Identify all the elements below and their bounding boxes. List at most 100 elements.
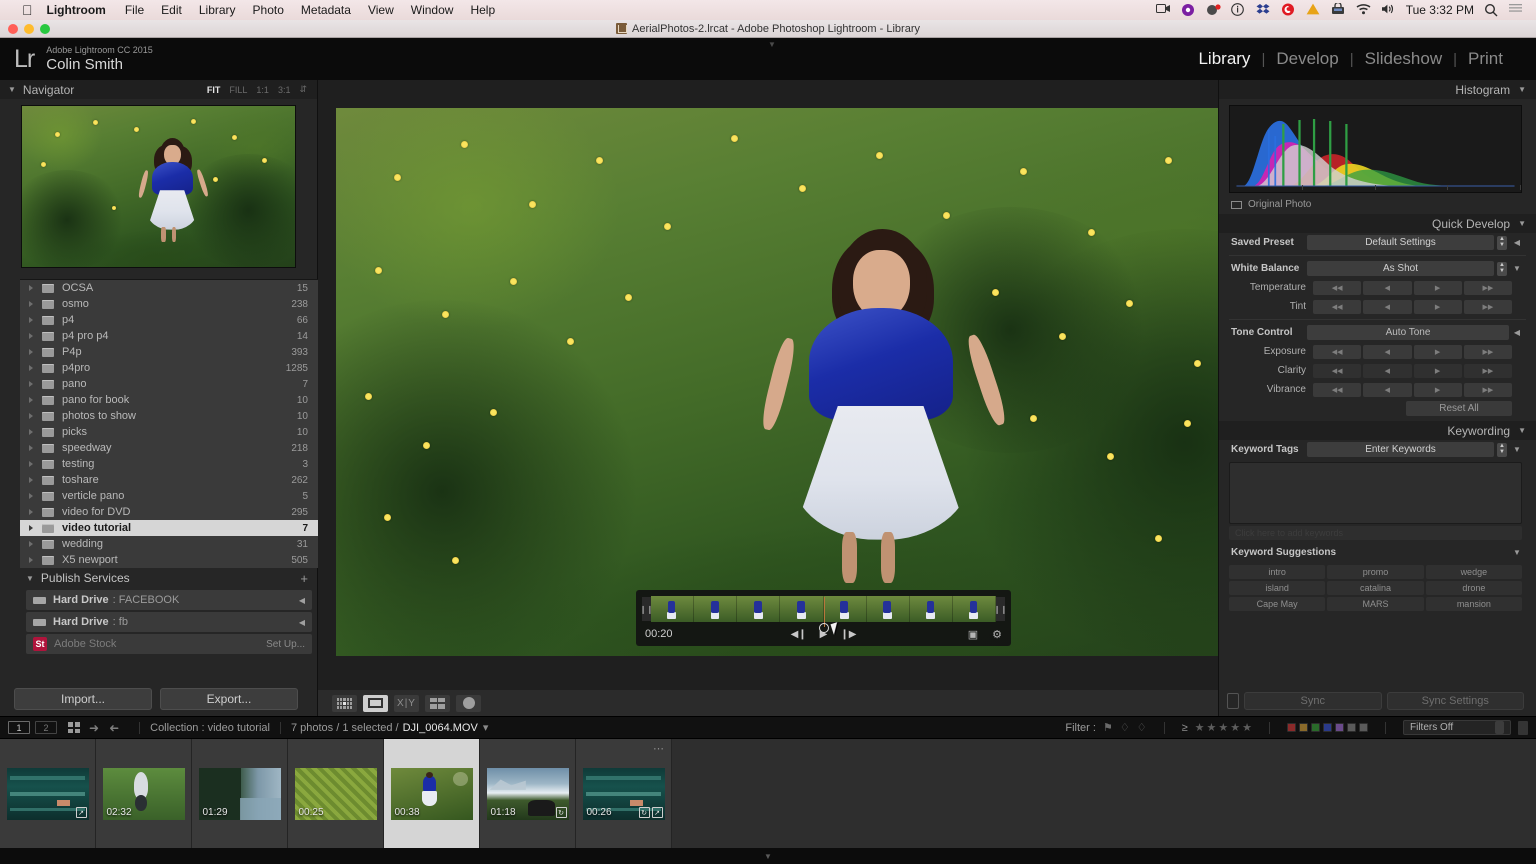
chevron-down-icon[interactable]: ▼ — [1518, 219, 1526, 228]
flag-rejected-icon[interactable]: ♢ — [1137, 721, 1147, 734]
dropbox-icon[interactable] — [1256, 3, 1271, 17]
search-icon[interactable] — [1484, 3, 1499, 17]
folder-row[interactable]: p4 66 — [20, 312, 318, 328]
flag-picked-icon[interactable]: ⚑ — [1103, 721, 1113, 734]
keyword-suggestion[interactable]: promo — [1327, 565, 1424, 579]
histogram-graph[interactable] — [1229, 105, 1522, 193]
chevron-down-icon[interactable]: ▼ — [8, 85, 16, 94]
histogram-header[interactable]: Histogram ▼ — [1219, 80, 1536, 99]
keyword-suggestion[interactable]: intro — [1229, 565, 1326, 579]
menu-item-library[interactable]: Library — [199, 3, 236, 17]
auto-tone-button[interactable]: Auto Tone — [1307, 325, 1509, 340]
folder-row[interactable]: photos to show 10 — [20, 408, 318, 424]
rating-stars[interactable]: ★ ★ ★ ★ ★ — [1195, 721, 1252, 734]
exposure-decrease[interactable]: ◀ — [1363, 344, 1412, 359]
keyword-suggestion[interactable]: Cape May — [1229, 597, 1326, 611]
vpn-icon[interactable] — [1331, 1, 1346, 17]
exposure-decrease-large[interactable]: ◀◀ — [1313, 344, 1362, 359]
navigator-preview[interactable] — [21, 105, 296, 268]
filmstrip-options-icon[interactable]: ⋯ — [653, 742, 665, 755]
step-forward-icon[interactable]: ❙▶ — [840, 629, 856, 640]
menu-item-lightroom[interactable]: Lightroom — [47, 3, 106, 17]
chevron-down-icon[interactable]: ▼ — [1512, 548, 1522, 557]
tint-increase-large[interactable]: ▶▶ — [1463, 299, 1512, 314]
arrow-left-icon[interactable]: ➜ — [89, 721, 99, 735]
flag-unflagged-icon[interactable]: ♢ — [1120, 721, 1130, 734]
temperature-increase[interactable]: ▶ — [1413, 280, 1462, 295]
chevron-down-icon[interactable]: ▾ — [483, 721, 489, 734]
chevron-left-icon[interactable]: ◀ — [1512, 328, 1522, 337]
chevron-down-icon[interactable]: ▼ — [26, 574, 34, 583]
keyword-hint[interactable]: Click here to add keywords — [1229, 526, 1522, 540]
chevron-down-icon[interactable]: ▼ — [1518, 85, 1526, 94]
chevron-down-icon[interactable]: ▼ — [1518, 426, 1526, 435]
creative-cloud-icon[interactable] — [1281, 3, 1296, 17]
filter-preset-select[interactable]: Filters Off — [1403, 720, 1511, 735]
screen-1-button[interactable]: 1 — [8, 721, 30, 734]
export-button[interactable]: Export... — [160, 688, 298, 710]
star-2[interactable]: ★ — [1207, 721, 1217, 734]
color-label-red[interactable] — [1287, 723, 1296, 732]
sync-settings-button[interactable]: Sync Settings — [1386, 692, 1524, 710]
color-label-purple[interactable] — [1335, 723, 1344, 732]
publish-services-header[interactable]: ▼ Publish Services + — [20, 568, 318, 588]
maximize-window-button[interactable] — [40, 24, 50, 34]
folder-row[interactable]: toshare 262 — [20, 472, 318, 488]
folder-row[interactable]: speedway 218 — [20, 440, 318, 456]
color-label-none[interactable] — [1347, 723, 1356, 732]
top-panel-toggle[interactable]: ▼ — [768, 40, 776, 49]
import-button[interactable]: Import... — [14, 688, 152, 710]
menu-item-file[interactable]: File — [125, 3, 144, 17]
publish-service-facebook[interactable]: Hard Drive : FACEBOOK ◀ — [26, 590, 312, 610]
tint-decrease-large[interactable]: ◀◀ — [1313, 299, 1362, 314]
module-develop[interactable]: Develop — [1265, 49, 1349, 69]
zoom-3-1[interactable]: 3:1 — [278, 85, 291, 95]
adobe-stock-setup-link[interactable]: Set Up... — [266, 639, 305, 650]
color-label-green[interactable] — [1311, 723, 1320, 732]
folder-row[interactable]: pano for book 10 — [20, 392, 318, 408]
zoom-stepper-icon[interactable]: ⇵ — [299, 84, 307, 95]
menu-bar-clock[interactable]: Tue 3:32 PM — [1406, 3, 1474, 17]
minimize-window-button[interactable] — [24, 24, 34, 34]
zoom-fit[interactable]: FIT — [207, 85, 221, 95]
keyword-tags-stepper-icon[interactable]: ▲ ▼ — [1497, 442, 1507, 457]
frame-capture-icon[interactable]: ▣ — [968, 628, 978, 641]
keywording-header[interactable]: Keywording ▼ — [1219, 421, 1536, 440]
edit-badge[interactable]: ↗ — [651, 807, 663, 818]
reset-all-button[interactable]: Reset All — [1406, 401, 1512, 416]
temperature-decrease[interactable]: ◀ — [1363, 280, 1412, 295]
play-icon[interactable]: ▶ — [820, 629, 828, 640]
exposure-increase[interactable]: ▶ — [1413, 344, 1462, 359]
gear-icon[interactable]: ⚙ — [992, 628, 1002, 641]
chevron-left-icon[interactable]: ◀ — [1512, 238, 1522, 247]
chevron-down-icon[interactable]: ▼ — [1512, 264, 1522, 273]
menu-item-view[interactable]: View — [368, 3, 394, 17]
tint-decrease[interactable]: ◀ — [1363, 299, 1412, 314]
color-label-custom[interactable] — [1359, 723, 1368, 732]
vibrance-decrease[interactable]: ◀ — [1363, 382, 1412, 397]
survey-view-button[interactable] — [425, 694, 450, 712]
compare-view-button[interactable]: X|Y — [394, 694, 419, 712]
plus-icon[interactable]: + — [300, 571, 318, 586]
menu-item-help[interactable]: Help — [470, 3, 495, 17]
keyword-input-area[interactable] — [1229, 462, 1522, 524]
star-3[interactable]: ★ — [1218, 721, 1228, 734]
module-library[interactable]: Library — [1187, 49, 1261, 69]
menu-item-metadata[interactable]: Metadata — [301, 3, 351, 17]
folder-row[interactable]: verticle pano 5 — [20, 488, 318, 504]
screen-recording-icon[interactable] — [1155, 3, 1171, 17]
current-file-name[interactable]: DJI_0064.MOV — [403, 722, 478, 734]
filmstrip-item[interactable]: ↗ — [0, 739, 96, 849]
folder-row[interactable]: p4pro 1285 — [20, 360, 318, 376]
sync-icon[interactable] — [1181, 3, 1196, 17]
arrow-right-icon[interactable]: ➜ — [109, 721, 119, 735]
module-slideshow[interactable]: Slideshow — [1354, 49, 1454, 69]
clarity-decrease[interactable]: ◀ — [1363, 363, 1412, 378]
screen-2-button[interactable]: 2 — [35, 721, 57, 734]
filmstrip-item[interactable]: 01:18 ↻ — [480, 739, 576, 849]
close-window-button[interactable] — [8, 24, 18, 34]
menu-item-photo[interactable]: Photo — [253, 3, 284, 17]
crop-badge[interactable]: ↻ — [555, 807, 567, 818]
zoom-1-1[interactable]: 1:1 — [256, 85, 269, 95]
clarity-increase[interactable]: ▶ — [1413, 363, 1462, 378]
